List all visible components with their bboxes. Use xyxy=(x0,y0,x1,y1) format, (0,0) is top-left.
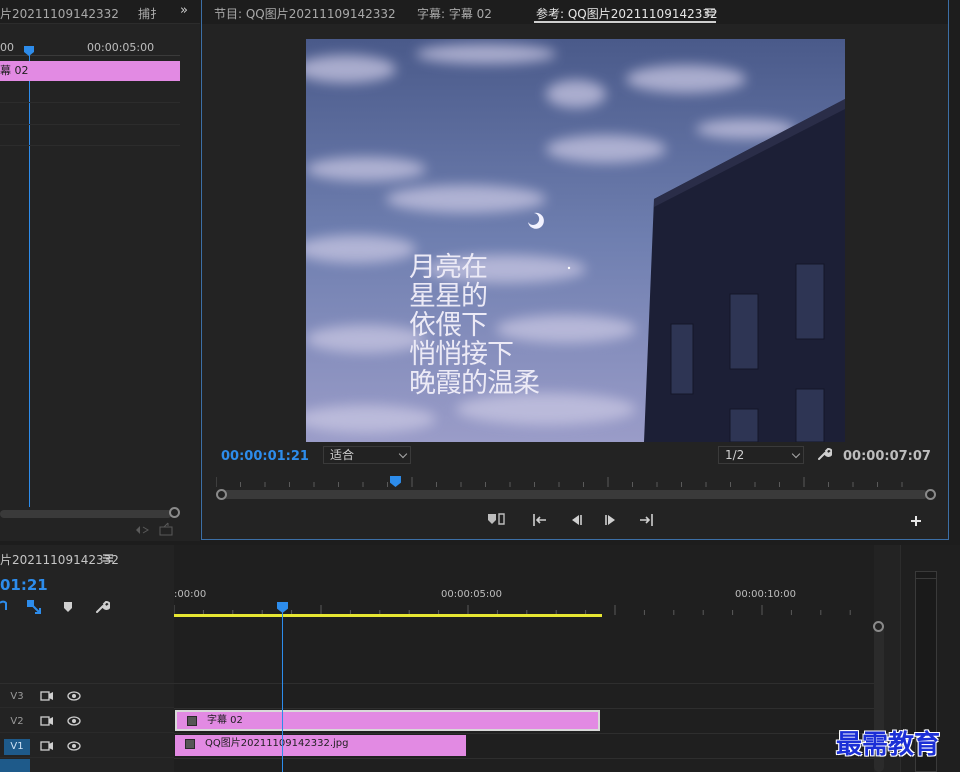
divider xyxy=(0,145,180,146)
work-area-bar[interactable] xyxy=(174,614,602,617)
duration-timecode: 00:00:07:07 xyxy=(843,449,931,464)
divider xyxy=(174,733,874,734)
fit-dropdown[interactable]: 适合 xyxy=(323,446,411,464)
eye-icon[interactable] xyxy=(67,691,81,701)
export-frame-icon[interactable] xyxy=(158,522,174,536)
zoom-handle-right[interactable] xyxy=(925,489,936,500)
divider xyxy=(174,758,874,759)
hamburger-icon[interactable] xyxy=(103,553,113,563)
add-marker-icon[interactable] xyxy=(62,600,74,614)
subtitle-line: 依偎下 xyxy=(409,310,488,341)
subtitle-line: 星星的 xyxy=(409,281,488,312)
ruler-label: :00:00 xyxy=(174,589,207,600)
resolution-dropdown[interactable]: 1/2 xyxy=(718,446,804,464)
tab-sequence[interactable]: 片20211109142332 xyxy=(0,5,119,22)
chevron-down-icon xyxy=(398,449,408,459)
go-to-in-icon[interactable] xyxy=(532,513,548,527)
divider xyxy=(174,708,874,709)
track-name[interactable]: V2 xyxy=(4,714,30,730)
sync-lock-icon[interactable] xyxy=(40,715,54,727)
subtitle-line: 月亮在 xyxy=(409,252,488,283)
zoom-scrollbar[interactable] xyxy=(222,490,928,499)
fit-value: 适合 xyxy=(330,448,355,462)
export-audio-icon[interactable] xyxy=(134,524,150,536)
ruler-start-label: 00 xyxy=(0,41,14,54)
clip-label: 幕 02 xyxy=(0,64,29,77)
track-name[interactable]: V1 xyxy=(4,739,30,755)
track-header-v1: V1 xyxy=(0,734,174,758)
title-clip[interactable]: 字幕 02 xyxy=(175,710,600,731)
program-monitor: 节目: QQ图片20211109142332 字幕: 字幕 02 参考: QQ图… xyxy=(201,0,949,540)
meter-peak xyxy=(915,571,937,579)
scrub-ruler[interactable] xyxy=(216,477,928,489)
preview-image xyxy=(306,39,845,442)
go-to-out-icon[interactable] xyxy=(638,513,654,527)
divider xyxy=(0,124,180,125)
sync-lock-icon[interactable] xyxy=(40,690,54,702)
video-preview[interactable]: 月亮在 星星的 依偎下 悄悄接下 晚霞的温柔 xyxy=(306,39,845,442)
divider xyxy=(0,102,180,103)
watermark-text: 最需教育 xyxy=(836,730,941,760)
add-button-icon[interactable] xyxy=(909,514,925,528)
resolution-value: 1/2 xyxy=(725,448,745,462)
subtitle-line: 晚霞的温柔 xyxy=(409,368,540,399)
linked-selection-icon[interactable] xyxy=(26,599,42,615)
step-forward-icon[interactable] xyxy=(603,513,619,527)
tab-program[interactable]: 节目: QQ图片20211109142332 xyxy=(214,5,396,22)
fx-badge-icon xyxy=(185,739,195,749)
ruler-label: 00:00:10:00 xyxy=(735,589,797,600)
ruler-mark-label: 00:00:05:00 xyxy=(87,41,155,54)
track-name[interactable]: V3 xyxy=(4,689,30,705)
scroll-handle[interactable] xyxy=(873,621,884,632)
eye-icon[interactable] xyxy=(67,741,81,751)
clip-label: 字幕 02 xyxy=(207,715,243,726)
timeline-timecode[interactable]: 01:21 xyxy=(0,576,48,594)
sequence-tab[interactable]: 片20211109142332 xyxy=(0,551,119,568)
marker-icon[interactable] xyxy=(486,512,510,526)
program-tabs: 节目: QQ图片20211109142332 字幕: 字幕 02 参考: QQ图… xyxy=(202,0,948,24)
tab-title[interactable]: 字幕: 字幕 02 xyxy=(417,5,492,22)
fx-badge-icon xyxy=(187,716,197,726)
track-header-v3: V3 xyxy=(0,684,174,708)
track-target-a1[interactable] xyxy=(0,759,30,772)
step-back-icon[interactable] xyxy=(568,513,584,527)
track-header-v2: V2 xyxy=(0,709,174,733)
premiere-workspace: 片20211109142332 捕扌 » 00 00:00:05:00 幕 02… xyxy=(0,0,960,772)
scroll-handle[interactable] xyxy=(169,507,180,518)
sync-lock-icon[interactable] xyxy=(40,740,54,752)
active-tab-underline xyxy=(534,21,716,23)
playhead-line xyxy=(282,611,283,772)
subtitle-line: 悄悄接下 xyxy=(409,339,514,370)
clip-label: QQ图片20211109142332.jpg xyxy=(205,738,349,749)
source-clip[interactable]: 幕 02 xyxy=(0,61,180,81)
eye-icon[interactable] xyxy=(67,716,81,726)
source-panel: 片20211109142332 捕扌 » 00 00:00:05:00 幕 02 xyxy=(0,0,200,541)
chevron-down-icon xyxy=(791,449,801,459)
horizontal-scrollbar[interactable] xyxy=(0,510,172,518)
tab-reference[interactable]: 参考: QQ图片20211109142332 xyxy=(536,5,718,22)
wrench-icon[interactable] xyxy=(94,599,110,615)
zoom-handle-left[interactable] xyxy=(216,489,227,500)
timeline-panel: 片20211109142332 01:21 :00:00 00:00:05:00… xyxy=(0,545,900,772)
playhead-line xyxy=(29,55,30,507)
source-tabs: 片20211109142332 捕扌 » xyxy=(0,0,200,24)
wrench-icon[interactable] xyxy=(816,446,832,462)
subtitle-overlay[interactable]: 月亮在 星星的 依偎下 悄悄接下 晚霞的温柔 xyxy=(409,252,540,399)
hamburger-icon[interactable] xyxy=(705,7,715,17)
image-clip[interactable]: QQ图片20211109142332.jpg xyxy=(175,735,466,756)
ruler-line xyxy=(0,55,180,56)
snap-icon[interactable] xyxy=(0,600,8,614)
current-timecode[interactable]: 00:00:01:21 xyxy=(221,449,309,464)
ruler-label: 00:00:05:00 xyxy=(441,589,503,600)
double-chevron-right-icon[interactable]: » xyxy=(180,3,188,18)
tab-capture[interactable]: 捕扌 xyxy=(138,5,162,22)
